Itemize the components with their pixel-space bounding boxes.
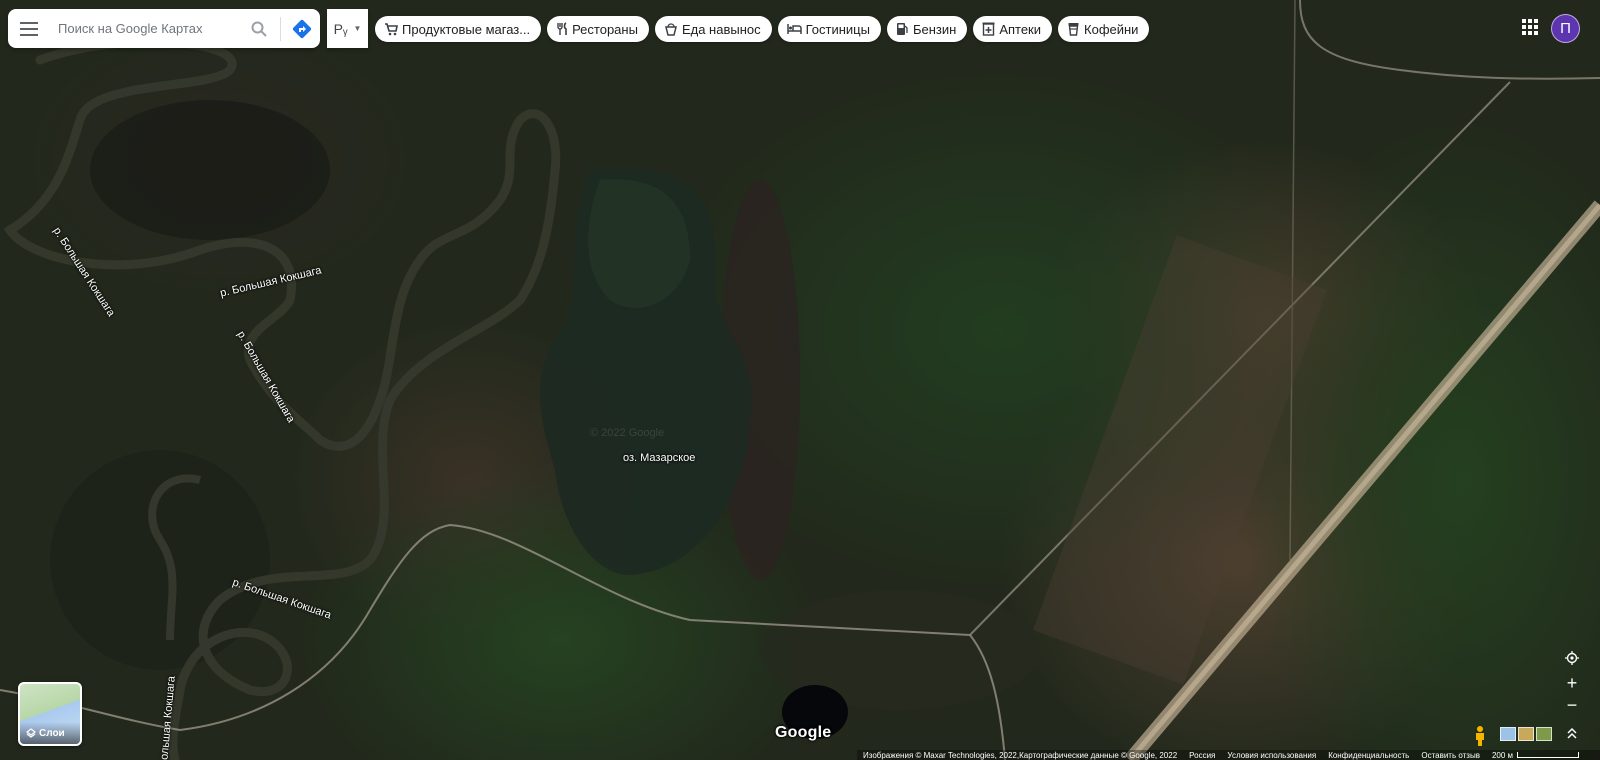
- chip-hotels[interactable]: Гостиницы: [777, 16, 881, 42]
- bed-icon: [786, 24, 802, 34]
- chip-pharmacies[interactable]: Аптеки: [973, 16, 1053, 42]
- directions-icon: [292, 19, 312, 38]
- map-watermark: © 2022 Google: [590, 427, 665, 439]
- directions-button[interactable]: [285, 9, 319, 48]
- feedback-link[interactable]: Оставить отзыв: [1421, 751, 1480, 760]
- takeout-icon: [664, 23, 677, 36]
- double-chevron-up-icon: [1567, 727, 1577, 739]
- cart-icon: [385, 23, 398, 36]
- search-icon: [251, 21, 267, 37]
- chip-groceries[interactable]: Продуктовые магаз...: [375, 16, 542, 42]
- chip-label: Еда навынос: [681, 21, 761, 37]
- chip-label: Продуктовые магаз...: [402, 21, 531, 37]
- satellite-map[interactable]: оз. Мазарское р. Большая Кокшага р. Боль…: [0, 0, 1600, 760]
- chip-takeout[interactable]: Еда навынос: [654, 16, 772, 42]
- apps-grid-icon: [1522, 19, 1538, 35]
- account-avatar[interactable]: П: [1551, 14, 1580, 43]
- street-view-pegman[interactable]: [1473, 725, 1487, 747]
- pharmacy-icon: [982, 22, 995, 36]
- traffic-thumbnail[interactable]: [1518, 727, 1534, 741]
- scale-bar: [1517, 752, 1580, 758]
- privacy-link[interactable]: Конфиденциальность: [1328, 751, 1409, 760]
- chip-label: Кофейни: [1084, 21, 1139, 37]
- location-target-icon: [1565, 651, 1579, 665]
- chip-gas[interactable]: Бензин: [886, 16, 968, 42]
- expand-button[interactable]: [1561, 723, 1583, 743]
- layers-button[interactable]: Слои: [18, 682, 82, 746]
- transliteration-selector[interactable]: Pᵧ ▼: [327, 9, 368, 48]
- chip-restaurants[interactable]: Рестораны: [547, 16, 649, 42]
- terrain-thumbnail[interactable]: [1500, 727, 1516, 741]
- transliteration-label: Pᵧ: [333, 20, 348, 37]
- coffee-cup-icon: [1068, 23, 1079, 36]
- search-divider: [280, 16, 281, 41]
- apps-button[interactable]: [1520, 17, 1540, 37]
- map-footer: Изображения © Maxar Technologies, 2022,К…: [857, 750, 1600, 760]
- zoom-in-button[interactable]: +: [1561, 673, 1583, 693]
- search-box: [8, 9, 320, 48]
- search-input[interactable]: [50, 13, 242, 44]
- chip-label: Аптеки: [999, 21, 1042, 37]
- gas-pump-icon: [896, 23, 908, 35]
- hamburger-icon: [20, 21, 38, 36]
- pegman-icon: [1476, 726, 1484, 746]
- lake-label[interactable]: оз. Мазарское: [623, 452, 695, 464]
- layers-label: Слои: [39, 727, 65, 739]
- chip-label: Гостиницы: [805, 21, 870, 37]
- chip-coffee[interactable]: Кофейни: [1058, 16, 1150, 42]
- scale-indicator[interactable]: 200 м: [1491, 750, 1580, 760]
- fork-knife-icon: [557, 22, 567, 35]
- zoom-out-button[interactable]: −: [1561, 695, 1583, 715]
- terms-link[interactable]: Условия использования: [1227, 751, 1316, 760]
- map-terrain: [0, 0, 1600, 760]
- menu-button[interactable]: [8, 9, 50, 48]
- scale-label: 200 м: [1491, 750, 1514, 760]
- imagery-thumbnails: [1500, 727, 1552, 741]
- country-link[interactable]: Россия: [1189, 751, 1215, 760]
- category-chips: Продуктовые магаз... Рестораны Еда навын…: [375, 16, 1150, 42]
- my-location-button[interactable]: [1561, 648, 1583, 668]
- layers-icon: [26, 728, 36, 738]
- satellite-thumbnail[interactable]: [1536, 727, 1552, 741]
- chip-label: Бензин: [912, 21, 957, 37]
- imagery-attribution: Изображения © Maxar Technologies, 2022,К…: [863, 750, 1178, 760]
- google-logo: Google: [775, 724, 832, 741]
- chevron-down-icon: ▼: [353, 24, 362, 33]
- search-button[interactable]: [242, 9, 276, 48]
- layers-label-bar: Слои: [20, 722, 80, 744]
- chip-label: Рестораны: [572, 21, 638, 37]
